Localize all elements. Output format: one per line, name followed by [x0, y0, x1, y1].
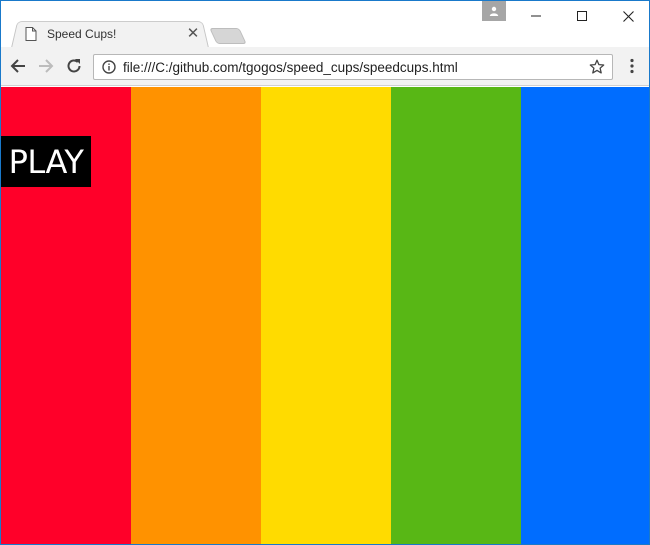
tab-title: Speed Cups!	[47, 27, 117, 41]
maximize-icon	[577, 11, 587, 21]
address-bar[interactable]: file:///C:/github.com/tgogos/speed_cups/…	[93, 54, 613, 80]
maximize-button[interactable]	[559, 1, 605, 31]
info-icon[interactable]	[102, 60, 116, 74]
stripe-blue	[521, 87, 649, 544]
arrow-back-icon	[10, 59, 25, 73]
close-icon	[622, 10, 634, 22]
stripe-green	[391, 87, 521, 544]
minimize-button[interactable]	[513, 1, 559, 31]
browser-window: Speed Cups! ✕ file:///C:/github.com/tgog…	[0, 0, 650, 545]
stripe-yellow	[261, 87, 391, 544]
reload-icon	[67, 59, 81, 73]
forward-button[interactable]	[35, 55, 57, 77]
tab-speed-cups[interactable]: Speed Cups! ✕	[21, 21, 205, 47]
browser-menu-button[interactable]	[623, 55, 641, 77]
person-icon	[489, 6, 499, 16]
reload-button[interactable]	[63, 55, 85, 77]
arrow-forward-icon	[39, 59, 54, 73]
page-viewport: PLAY	[1, 87, 649, 544]
stripe-orange	[131, 87, 261, 544]
browser-toolbar: file:///C:/github.com/tgogos/speed_cups/…	[1, 47, 649, 86]
profile-button[interactable]	[482, 1, 506, 21]
close-window-button[interactable]	[605, 1, 649, 31]
tab-close-icon[interactable]: ✕	[185, 26, 201, 42]
kebab-menu-icon	[630, 58, 634, 74]
play-button[interactable]: PLAY	[1, 136, 91, 187]
title-bar: Speed Cups! ✕	[1, 1, 649, 48]
star-icon[interactable]	[588, 58, 606, 76]
url-text[interactable]: file:///C:/github.com/tgogos/speed_cups/…	[123, 60, 588, 75]
back-button[interactable]	[7, 55, 29, 77]
minimize-icon	[531, 15, 541, 17]
new-tab-button[interactable]	[209, 28, 247, 44]
page-icon	[25, 27, 37, 41]
